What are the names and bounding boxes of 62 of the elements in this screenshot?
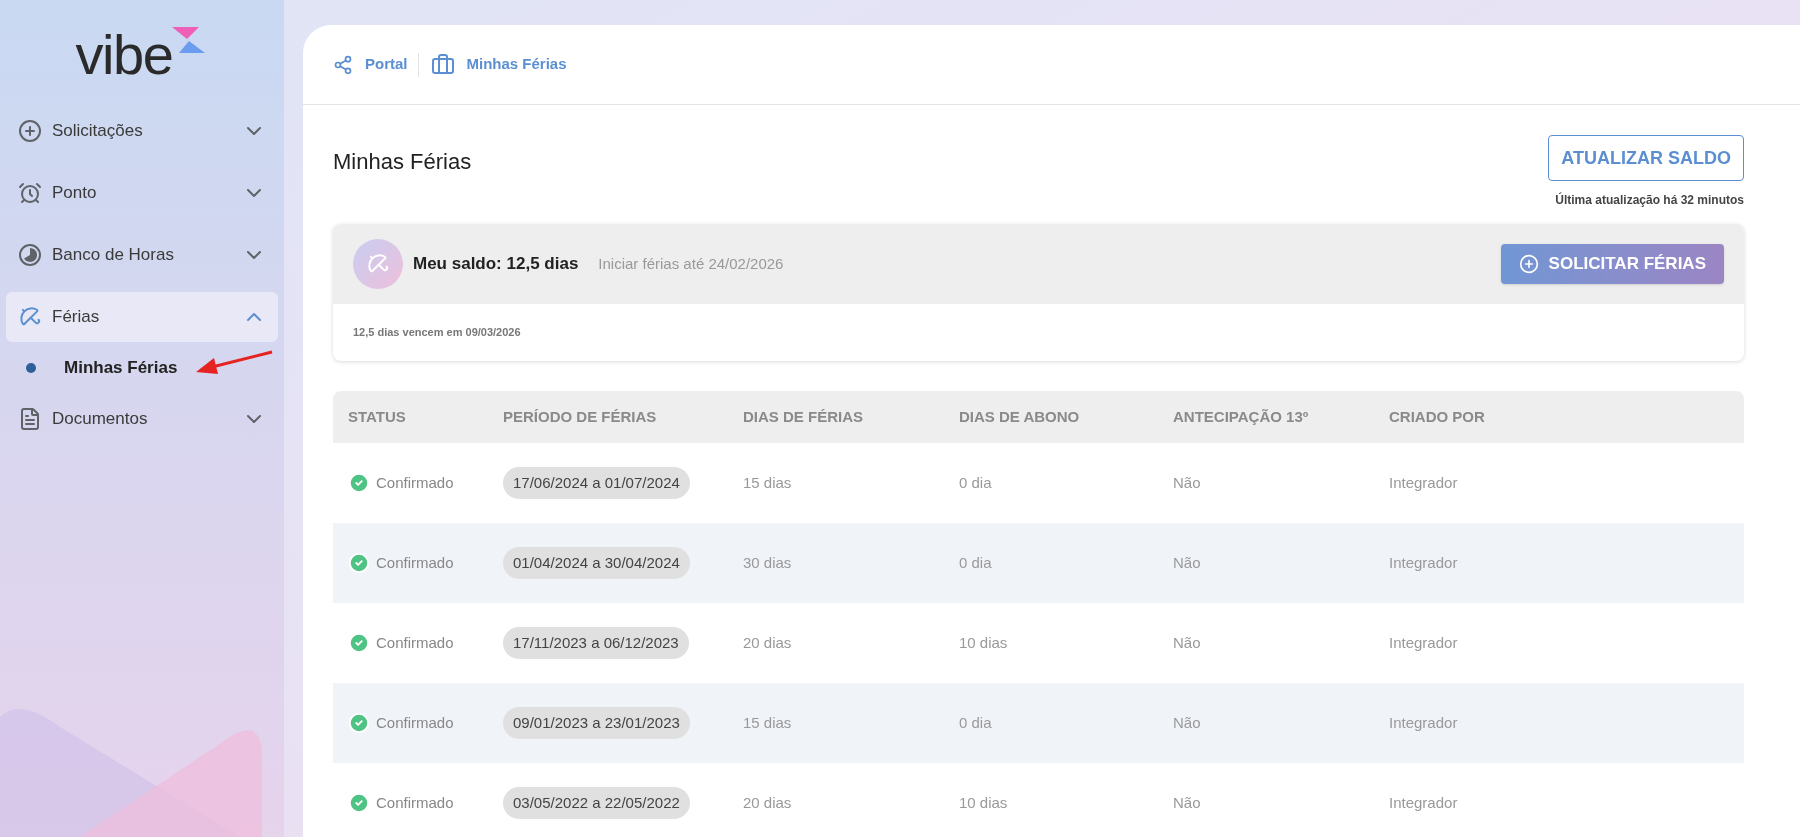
- period-pill: 17/11/2023 a 06/12/2023: [503, 626, 689, 660]
- table-cell-text: 15 dias: [743, 472, 793, 493]
- logo: vibe: [75, 25, 209, 83]
- last-update-text: Última atualização há 32 minutos: [1555, 191, 1744, 209]
- check-circle-icon: [348, 792, 370, 814]
- table-cell-text: 0 dia: [959, 712, 993, 733]
- table-cell-text: 0 dia: [959, 472, 993, 493]
- period-pill: 17/06/2024 a 01/07/2024: [503, 466, 690, 500]
- check-circle-icon: [348, 632, 370, 654]
- pie-chart-icon: [18, 243, 42, 267]
- nav-subitem[interactable]: Minhas Férias: [6, 348, 278, 388]
- table-cell-text: Integrador: [1389, 792, 1459, 813]
- table-cell-text: Não: [1173, 472, 1202, 493]
- table-cell-text: 20 dias: [743, 632, 793, 653]
- status-text: Confirmado: [376, 712, 454, 733]
- plus-circle-icon: [18, 119, 42, 143]
- table-cell-text: 30 dias: [743, 552, 793, 573]
- status-text: Confirmado: [376, 792, 454, 813]
- nav-item[interactable]: Solicitações: [6, 106, 278, 156]
- nav-item[interactable]: Banco de Horas: [6, 230, 278, 280]
- table-cell-text: Integrador: [1389, 632, 1459, 653]
- column-header: DIAS DE FÉRIAS: [743, 406, 864, 427]
- table-cell-text: 15 dias: [743, 712, 793, 733]
- document-icon: [18, 407, 42, 431]
- status-text: Confirmado: [376, 472, 454, 493]
- period-pill: 01/04/2024 a 30/04/2024: [503, 546, 690, 580]
- nav-item[interactable]: Documentos: [6, 394, 278, 444]
- nav-item[interactable]: Férias: [6, 292, 278, 342]
- table-cell-text: 10 dias: [959, 632, 1009, 653]
- table-cell-text: 20 dias: [743, 792, 793, 813]
- table-cell-text: 0 dia: [959, 552, 993, 573]
- period-pill: 03/05/2022 a 22/05/2022: [503, 786, 690, 820]
- table-cell-text: 10 dias: [959, 792, 1009, 813]
- column-header: DIAS DE ABONO: [959, 406, 1081, 427]
- table-cell-text: Não: [1173, 712, 1202, 733]
- network-icon: [333, 54, 353, 75]
- table-cell-text: Integrador: [1389, 712, 1459, 733]
- table-cell-text: Não: [1173, 552, 1202, 573]
- status-text: Confirmado: [376, 632, 454, 653]
- column-header: PERÍODO DE FÉRIAS: [503, 406, 658, 427]
- check-circle-icon: [348, 712, 370, 734]
- column-header: CRIADO POR: [1389, 406, 1486, 427]
- column-header: ANTECIPAÇÃO 13º: [1173, 406, 1310, 427]
- table-cell-text: Não: [1173, 792, 1202, 813]
- table-cell-text: Integrador: [1389, 472, 1459, 493]
- table-cell-text: Não: [1173, 632, 1202, 653]
- balance-text: Meu saldo: 12,5 dias: [413, 253, 579, 276]
- table-cell-text: Integrador: [1389, 552, 1459, 573]
- status-text: Confirmado: [376, 552, 454, 573]
- expiry-text: 12,5 dias vencem em 09/03/2026: [353, 325, 521, 341]
- check-circle-icon: [348, 552, 370, 574]
- check-circle-icon: [348, 472, 370, 494]
- nav-item[interactable]: Ponto: [6, 168, 278, 218]
- plus-circle-icon: [1518, 254, 1539, 274]
- briefcase-icon: [430, 52, 455, 77]
- deadline-text: Iniciar férias até 24/02/2026: [598, 253, 784, 274]
- bullet-icon: [26, 363, 36, 373]
- alarm-clock-icon: [18, 181, 42, 205]
- column-header: STATUS: [348, 406, 407, 427]
- umbrella-avatar-icon: [353, 239, 403, 289]
- period-pill: 09/01/2023 a 23/01/2023: [503, 706, 690, 740]
- page-title: Minhas Férias: [333, 148, 472, 176]
